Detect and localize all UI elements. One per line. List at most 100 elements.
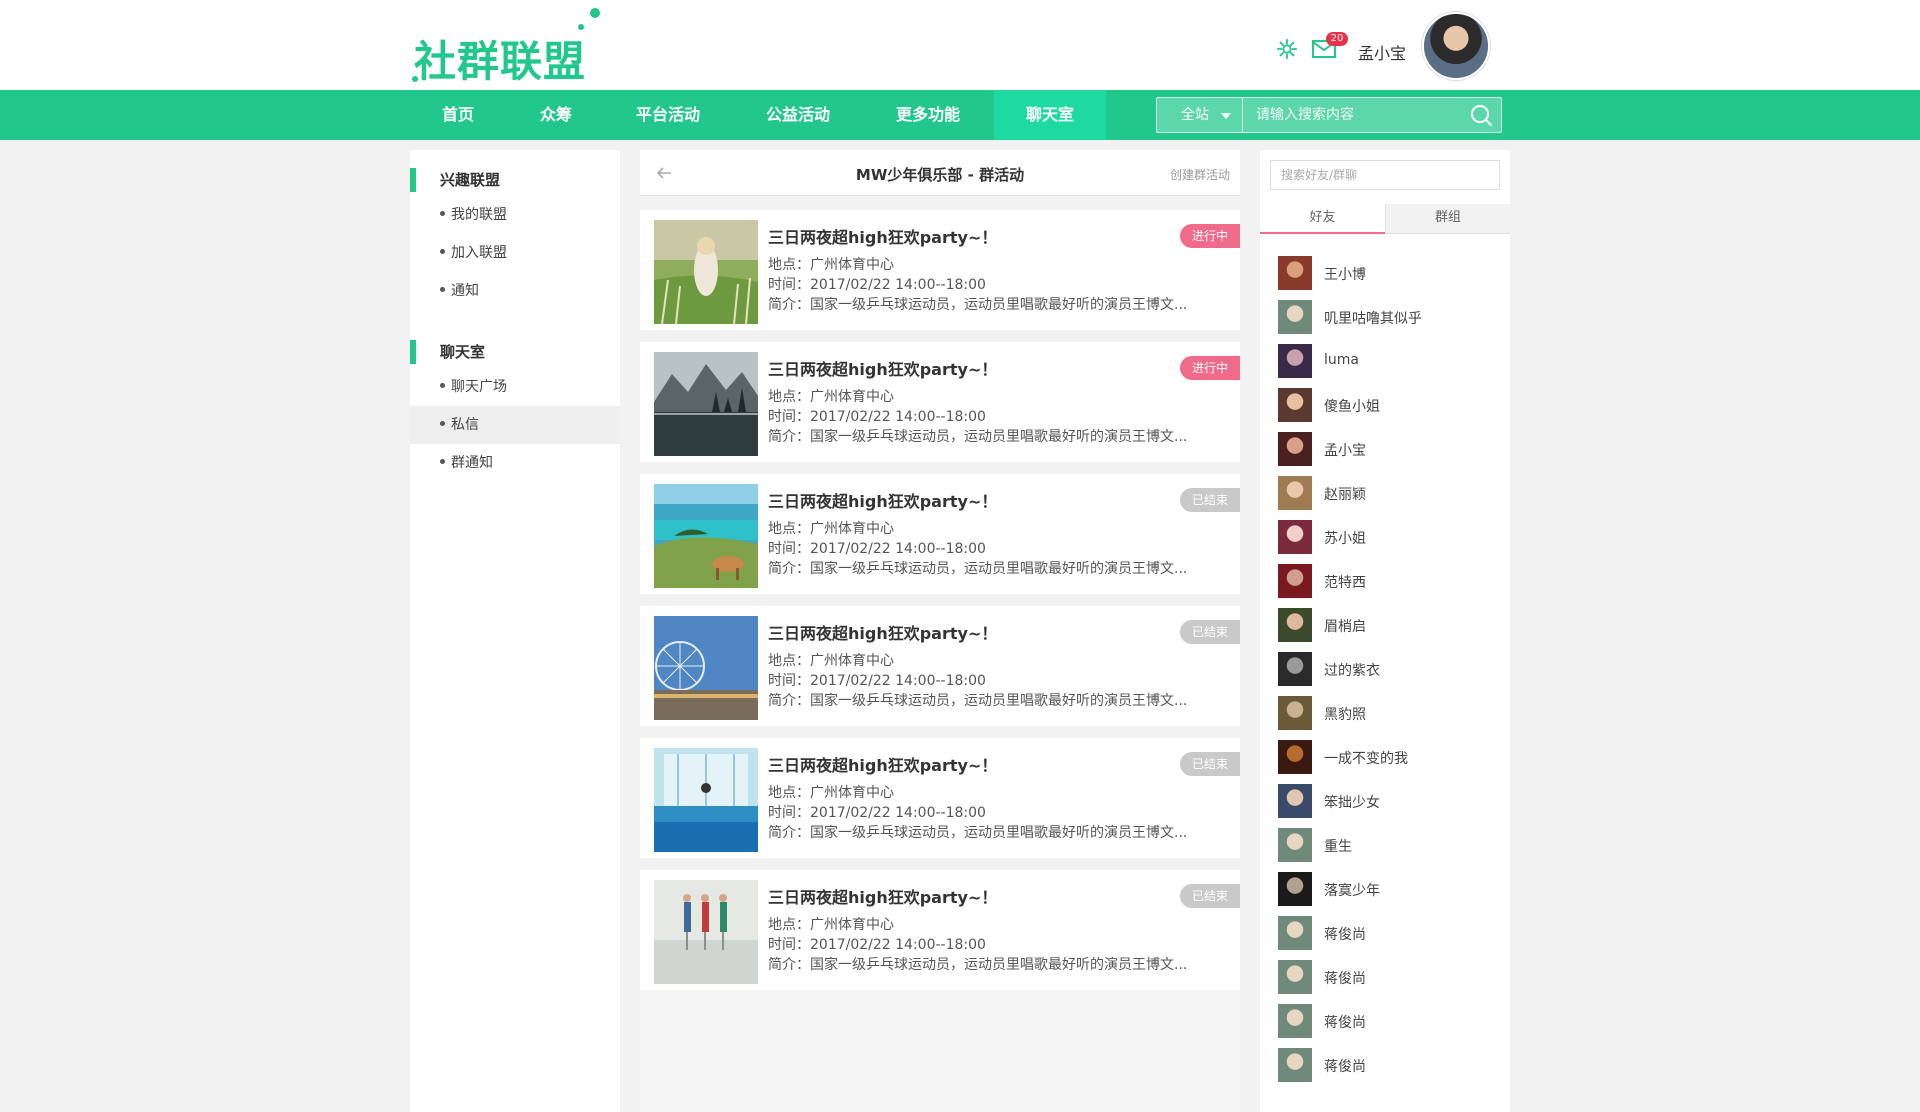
activity-card[interactable]: 三日两夜超high狂欢party~！ 地点：广州体育中心 时间：2017/02/…: [640, 342, 1240, 462]
friend-item[interactable]: 笨拙少女: [1278, 782, 1508, 818]
activity-title: 三日两夜超high狂欢party~！: [768, 228, 998, 247]
avatar: [1278, 916, 1312, 950]
activity-card[interactable]: 三日两夜超high狂欢party~！ 地点：广州体育中心 时间：2017/02/…: [640, 870, 1240, 990]
sidebar-item-label: 私信: [451, 417, 479, 433]
activity-location: 地点：广州体育中心: [768, 257, 894, 273]
friend-item[interactable]: 黑豹照: [1278, 694, 1508, 730]
friend-item[interactable]: 一成不变的我: [1278, 738, 1508, 774]
tab-groups[interactable]: 群组: [1385, 204, 1510, 234]
sidebar-item-chat-square[interactable]: 聊天广场: [410, 368, 620, 406]
avatar: [1278, 256, 1312, 290]
sidebar-item-my-alliance[interactable]: 我的联盟: [410, 196, 620, 234]
main-nav: 首页 众筹 平台活动 公益活动 更多功能 聊天室 全站: [0, 90, 1920, 140]
sidebar-item-join-alliance[interactable]: 加入联盟: [410, 234, 620, 272]
nav-item-platform-activities[interactable]: 平台活动: [626, 90, 710, 140]
site-logo[interactable]: 社群联盟: [410, 8, 610, 88]
search-scope-dropdown[interactable]: 全站: [1157, 98, 1243, 132]
activity-intro: 简介：国家一级乒乓球运动员，运动员里唱歌最好听的演员王博文...: [768, 957, 1188, 973]
friend-item[interactable]: 范特西: [1278, 562, 1508, 598]
create-activity-link[interactable]: 创建群活动: [1170, 166, 1230, 183]
activity-intro: 简介：国家一级乒乓球运动员，运动员里唱歌最好听的演员王博文...: [768, 825, 1188, 841]
friend-item[interactable]: luma: [1278, 342, 1508, 378]
activity-image: [654, 616, 758, 720]
friend-item[interactable]: 傻鱼小姐: [1278, 386, 1508, 422]
activity-image: [654, 352, 758, 456]
nav-item-chatroom[interactable]: 聊天室: [994, 90, 1106, 140]
status-badge: 已结束: [1180, 488, 1240, 512]
friend-item[interactable]: 蒋俊尚: [1278, 1002, 1508, 1038]
friend-item[interactable]: 落寞少年: [1278, 870, 1508, 906]
friends-tabs: 好友 群组: [1260, 204, 1510, 234]
activity-time: 时间：2017/02/22 14:00--18:00: [768, 541, 986, 557]
nav-item-home[interactable]: 首页: [428, 90, 488, 140]
avatar: [1278, 1048, 1312, 1082]
activity-intro: 简介：国家一级乒乓球运动员，运动员里唱歌最好听的演员王博文...: [768, 693, 1188, 709]
activity-time: 时间：2017/02/22 14:00--18:00: [768, 673, 986, 689]
status-badge: 进行中: [1180, 224, 1240, 248]
avatar: [1278, 740, 1312, 774]
friend-name: 落寞少年: [1324, 883, 1380, 899]
bullet: [440, 248, 445, 254]
activity-title: 三日两夜超high狂欢party~！: [768, 888, 998, 907]
friend-item[interactable]: 蒋俊尚: [1278, 914, 1508, 950]
activity-time: 时间：2017/02/22 14:00--18:00: [768, 277, 986, 293]
friend-item[interactable]: 赵丽颖: [1278, 474, 1508, 510]
friend-item[interactable]: 过的紫衣: [1278, 650, 1508, 686]
logo-dot: [590, 8, 600, 18]
avatar: [1278, 652, 1312, 686]
activity-title: 三日两夜超high狂欢party~！: [768, 360, 998, 379]
friend-item[interactable]: 叽里咕噜其似乎: [1278, 298, 1508, 334]
activity-card[interactable]: 三日两夜超high狂欢party~！ 地点：广州体育中心 时间：2017/02/…: [640, 606, 1240, 726]
friend-name: 笨拙少女: [1324, 795, 1380, 811]
sidebar-item-notice[interactable]: 通知: [410, 272, 620, 310]
activity-list-end: [640, 990, 1240, 1112]
nav-item-more-features[interactable]: 更多功能: [886, 90, 970, 140]
activity-card[interactable]: 三日两夜超high狂欢party~！ 地点：广州体育中心 时间：2017/02/…: [640, 738, 1240, 858]
bullet: [440, 210, 445, 216]
activity-card[interactable]: 三日两夜超high狂欢party~！ 地点：广州体育中心 时间：2017/02/…: [640, 474, 1240, 594]
top-header: 社群联盟 20 孟小宝: [0, 0, 1920, 90]
tab-friends[interactable]: 好友: [1260, 204, 1385, 234]
activity-intro: 简介：国家一级乒乓球运动员，运动员里唱歌最好听的演员王博文...: [768, 429, 1188, 445]
friend-item[interactable]: 蒋俊尚: [1278, 958, 1508, 994]
bullet: [440, 286, 445, 292]
friend-name: 孟小宝: [1324, 443, 1366, 459]
friend-search-input[interactable]: [1270, 160, 1500, 190]
friend-name: 叽里咕噜其似乎: [1324, 311, 1422, 327]
activity-time: 时间：2017/02/22 14:00--18:00: [768, 937, 986, 953]
friend-name: luma: [1324, 352, 1359, 368]
activity-time: 时间：2017/02/22 14:00--18:00: [768, 409, 986, 425]
avatar: [1278, 564, 1312, 598]
search-input[interactable]: [1244, 98, 1464, 132]
avatar: [1278, 872, 1312, 906]
friend-name: 黑豹照: [1324, 707, 1366, 723]
friend-item[interactable]: 眉梢启: [1278, 606, 1508, 642]
avatar: [1278, 344, 1312, 378]
friends-panel: 好友 群组 王小博叽里咕噜其似乎 luma 傻鱼小姐孟小宝赵丽颖苏小姐范特西眉梢启过…: [1260, 150, 1510, 1112]
gear-icon[interactable]: [1276, 38, 1298, 60]
friend-item[interactable]: 重生: [1278, 826, 1508, 862]
sidebar-item-private-message[interactable]: 私信: [410, 406, 620, 444]
nav-item-crowdfunding[interactable]: 众筹: [526, 90, 586, 140]
activity-card[interactable]: 三日两夜超high狂欢party~！ 地点：广州体育中心 时间：2017/02/…: [640, 210, 1240, 330]
activity-location: 地点：广州体育中心: [768, 917, 894, 933]
username[interactable]: 孟小宝: [1358, 40, 1406, 64]
friend-item[interactable]: 王小博: [1278, 254, 1508, 290]
avatar: [1278, 608, 1312, 642]
friend-item[interactable]: 苏小姐: [1278, 518, 1508, 554]
user-avatar[interactable]: [1422, 12, 1490, 80]
status-badge: 已结束: [1180, 884, 1240, 908]
activity-image: [654, 484, 758, 588]
activity-image: [654, 220, 758, 324]
search-icon[interactable]: [1469, 103, 1493, 127]
friend-item[interactable]: 孟小宝: [1278, 430, 1508, 466]
sidebar-group-title: 聊天室: [410, 340, 620, 364]
bullet: [440, 458, 445, 464]
sidebar-item-group-notice[interactable]: 群通知: [410, 444, 620, 482]
nav-item-charity-activities[interactable]: 公益活动: [756, 90, 840, 140]
friend-name: 苏小姐: [1324, 531, 1366, 547]
logo-dot: [412, 76, 418, 82]
friend-item[interactable]: 蒋俊尚: [1278, 1046, 1508, 1082]
avatar: [1278, 1004, 1312, 1038]
avatar: [1278, 784, 1312, 818]
